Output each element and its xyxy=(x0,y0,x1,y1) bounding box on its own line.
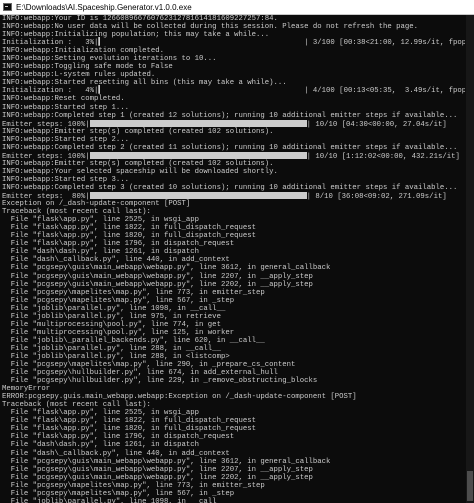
console-line: File "joblib\parallel.py", line 288, in … xyxy=(2,352,230,361)
console-line: INFO:webapp:Your selected spaceship will… xyxy=(2,167,278,176)
console-line: File "pcgsepy\hullbuilder.py", line 229,… xyxy=(2,377,318,386)
console-line: Traceback (most recent call last): xyxy=(2,401,151,410)
console-line: File "flask\app.py", line 2525, in wsgi_… xyxy=(2,216,200,225)
console-line: File "multiprocessing\pool.py", line 774… xyxy=(2,320,221,329)
console-line: Initialization : 3%|▍ | 3/100 [00:38<21:… xyxy=(2,39,465,48)
console-line: File "pcgsepy\mapelites\map.py", line 77… xyxy=(2,288,265,297)
progress-bar xyxy=(89,119,307,127)
console-line: ERROR:pcgsepy.guis.main_webapp.webapp:Ex… xyxy=(2,393,357,402)
console-line: INFO:webapp:Completed step 1 (created 12… xyxy=(2,111,458,120)
console-line: File "pcgsepy\mapelites\map.py", line 56… xyxy=(2,296,235,305)
console-line: INFO:webapp:No user data will be collect… xyxy=(2,23,418,32)
console-line: File "dash\_callback.py", line 440, in a… xyxy=(2,256,230,265)
console-line: File "dash\_callback.py", line 440, in a… xyxy=(2,449,230,458)
console-line: File "flask\app.py", line 2525, in wsgi_… xyxy=(2,409,200,418)
console-line: INFO:webapp:Setting evolution iterations… xyxy=(2,55,217,64)
console-line: INFO:webapp:Started step 2... xyxy=(2,135,129,144)
console-line: File "pcgsepy\guis\main_webapp\webapp.py… xyxy=(2,264,331,273)
progress-line: Emitter steps: 80%| | 8/10 [36:08<09:02, … xyxy=(2,192,465,202)
progress-line: Emitter steps: 100%| | 10/10 [1:12:02<00:… xyxy=(2,151,465,161)
progress-bar xyxy=(89,192,307,200)
console-line: File "flask\app.py", line 1796, in dispa… xyxy=(2,240,235,249)
console-line: File "pcgsepy\guis\main_webapp\webapp.py… xyxy=(2,457,331,466)
console-line: INFO:webapp:Emitter step(s) completed (c… xyxy=(2,127,274,136)
console-line: INFO:webapp:Started step 3... xyxy=(2,175,129,184)
console-line: File "pcgsepy\guis\main_webapp\webapp.py… xyxy=(2,473,313,482)
console-window: E:\Downloads\AI.Spaceship.Generator.v1.0… xyxy=(0,0,474,503)
progress-suffix: | 10/10 [04:30<00:00, 27.04s/it] xyxy=(306,120,447,129)
progress-suffix: | 8/10 [36:08<09:02, 271.09s/it] xyxy=(306,193,447,202)
console-line: File "pcgsepy\mapelites\map.py", line 56… xyxy=(2,489,235,498)
console-line: File "pcgsepy\hullbuilder.py", line 674,… xyxy=(2,369,278,378)
console-line: File "joblib\parallel.py", line 288, in … xyxy=(2,344,221,353)
console-line: INFO:webapp:Started step 1... xyxy=(2,103,129,112)
window-title: E:\Downloads\AI.Spaceship.Generator.v1.0… xyxy=(16,2,192,12)
console-line: INFO:webapp:Toggling safe mode to False xyxy=(2,63,173,72)
console-line: Exception on /_dash-update-component [PO… xyxy=(2,200,191,209)
progress-bar xyxy=(89,151,307,159)
console-line: File "flask\app.py", line 1820, in full_… xyxy=(2,232,256,241)
console-line: File "multiprocessing\pool.py", line 125… xyxy=(2,328,235,337)
console-line: File "joblib\_parallel_backends.py", lin… xyxy=(2,336,265,345)
console-line: File "joblib\parallel.py", line 1098, in… xyxy=(2,304,226,313)
console-line: INFO:webapp:L-system rules updated. xyxy=(2,71,156,80)
progress-suffix: | 10/10 [1:12:02<00:00, 432.21s/it] xyxy=(306,152,460,161)
scrollbar-thumb[interactable] xyxy=(467,471,473,501)
console-line: Traceback (most recent call last): xyxy=(2,208,151,217)
title-bar[interactable]: E:\Downloads\AI.Spaceship.Generator.v1.0… xyxy=(0,0,474,15)
console-line: File "flask\app.py", line 1820, in full_… xyxy=(2,425,256,434)
console-line: INFO:webapp:Initialization completed. xyxy=(2,47,165,56)
console-line: File "pcgsepy\guis\main_webapp\webapp.py… xyxy=(2,272,313,281)
vertical-scrollbar[interactable] xyxy=(466,15,474,503)
console-line: File "dash\dash.py", line 1261, in dispa… xyxy=(2,248,200,257)
console-line: File "pcgsepy\mapelites\map.py", line 29… xyxy=(2,361,296,370)
console-line: INFO:webapp:Your ID is 12660896676076231… xyxy=(2,15,278,23)
progress-line: Emitter steps: 100%| | 10/10 [04:30<00:00… xyxy=(2,119,465,129)
console-app-icon xyxy=(3,3,12,11)
console-line: INFO:webapp:Initializing population; thi… xyxy=(2,31,270,40)
console-line: INFO:webapp:Emitter step(s) completed (c… xyxy=(2,159,274,168)
console-line: File "pcgsepy\mapelites\map.py", line 77… xyxy=(2,481,265,490)
console-line: File "joblib\parallel.py", line 1098, in… xyxy=(2,497,226,503)
console-line: Initialization : 4%|▍ | 4/100 [00:13<05:… xyxy=(2,87,465,96)
console-line: INFO:webapp:Completed step 2 (created 11… xyxy=(2,143,458,152)
console-line: File "flask\app.py", line 1796, in dispa… xyxy=(2,433,235,442)
console-output[interactable]: INFO:webapp:Your ID is 12660896676076231… xyxy=(2,15,465,503)
console-line: File "flask\app.py", line 1822, in full_… xyxy=(2,224,256,233)
console-line: File "joblib\parallel.py", line 975, in … xyxy=(2,312,221,321)
console-line: File "dash\dash.py", line 1261, in dispa… xyxy=(2,441,200,450)
console-line: INFO:webapp:Reset completed. xyxy=(2,95,125,104)
console-line: INFO:webapp:Completed step 3 (created 10… xyxy=(2,183,458,192)
console-line: File "pcgsepy\guis\main_webapp\webapp.py… xyxy=(2,465,313,474)
console-line: File "flask\app.py", line 1822, in full_… xyxy=(2,417,256,426)
console-line: MemoryError xyxy=(2,385,51,394)
console-line: File "pcgsepy\guis\main_webapp\webapp.py… xyxy=(2,280,313,289)
